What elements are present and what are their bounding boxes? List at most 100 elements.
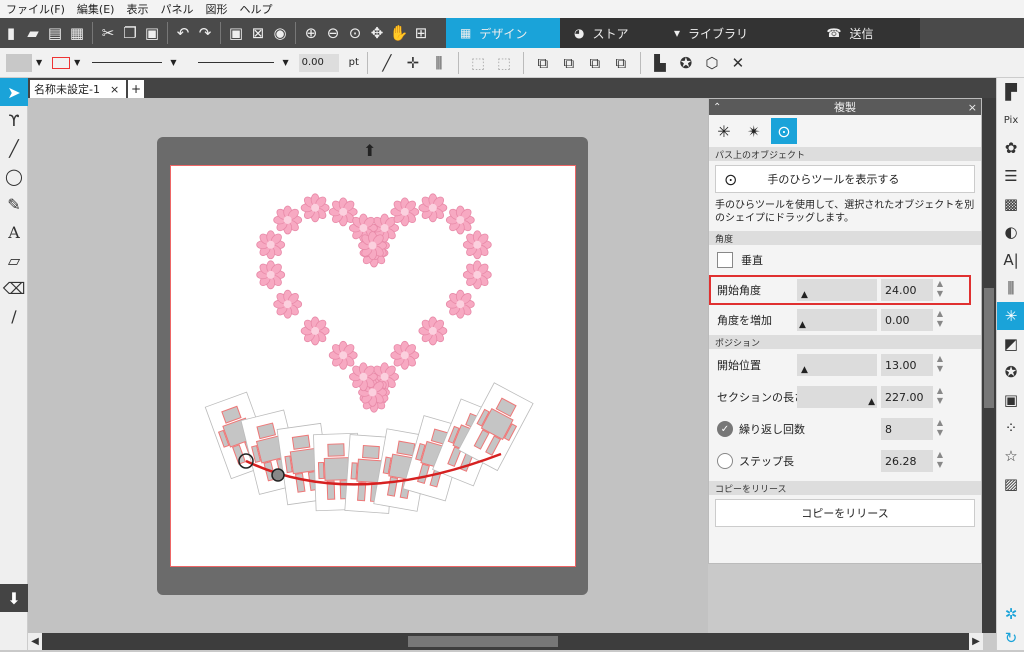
step-length-stepper[interactable]: ▲ ▼ bbox=[935, 450, 945, 470]
panel-close-icon[interactable]: × bbox=[968, 101, 977, 114]
palette-icon[interactable]: ✿ bbox=[997, 134, 1024, 162]
import-icon[interactable]: ⬇ bbox=[0, 584, 28, 612]
page-setup-icon[interactable]: ▛ bbox=[997, 78, 1024, 106]
knife-icon[interactable]: ∕ bbox=[0, 302, 28, 330]
undo-icon[interactable]: ↶ bbox=[172, 22, 194, 44]
transform-box-icon[interactable]: ⬚ bbox=[493, 52, 515, 74]
open-folder-icon[interactable]: ▰ bbox=[22, 22, 44, 44]
text-style-icon[interactable]: A| bbox=[997, 246, 1024, 274]
fit-page-icon[interactable]: ⊞ bbox=[410, 22, 432, 44]
start-position-input[interactable]: 13.00 bbox=[881, 354, 933, 376]
add-tab-button[interactable]: + bbox=[128, 80, 144, 98]
section-length-stepper[interactable]: ▲ ▼ bbox=[935, 386, 945, 406]
ungroup-icon[interactable]: ⊠ bbox=[247, 22, 269, 44]
radial-duplicate-icon[interactable]: ✳ bbox=[711, 118, 737, 144]
collapse-icon[interactable]: ⌃ bbox=[713, 102, 721, 113]
move-icon[interactable]: ✥ bbox=[366, 22, 388, 44]
cube-icon[interactable]: ⬡ bbox=[701, 52, 723, 74]
tab-library[interactable]: ▾ ライブラリ bbox=[660, 18, 780, 48]
menu-edit[interactable]: 編集(E) bbox=[77, 1, 115, 17]
zoom-in-icon[interactable]: ⊕ bbox=[300, 22, 322, 44]
select-arrow-icon[interactable]: ➤ bbox=[0, 78, 28, 106]
chevron-down-icon[interactable]: ▼ bbox=[282, 58, 288, 67]
weld-icon[interactable]: ▙ bbox=[649, 52, 671, 74]
trace-icon[interactable]: ▣ bbox=[997, 386, 1024, 414]
document-tab[interactable]: 名称未設定-1 × bbox=[30, 80, 126, 98]
pencil-icon[interactable]: ✎ bbox=[0, 190, 28, 218]
menu-shape[interactable]: 図形 bbox=[205, 1, 227, 17]
chevron-down-icon[interactable]: ▼ bbox=[74, 58, 80, 67]
hand-handle[interactable] bbox=[271, 468, 285, 482]
duplicate-panel-icon[interactable]: ✳ bbox=[997, 302, 1024, 330]
menu-file[interactable]: ファイル(F) bbox=[6, 1, 65, 17]
repeat-count-stepper[interactable]: ▲ ▼ bbox=[935, 418, 945, 438]
fill-icon[interactable]: ▱ bbox=[0, 246, 28, 274]
menu-help[interactable]: ヘルプ bbox=[239, 1, 272, 17]
release-copies-button[interactable]: コピーをリリース bbox=[715, 499, 975, 527]
vertical-scrollbar[interactable] bbox=[982, 98, 996, 633]
ellipse-icon[interactable]: ◯ bbox=[0, 162, 28, 190]
line-color-swatch[interactable] bbox=[52, 56, 71, 69]
step-length-input[interactable]: 26.28 bbox=[881, 450, 933, 472]
angle-increase-slider[interactable]: ▲ bbox=[797, 309, 877, 331]
start-position-slider[interactable]: ▲ bbox=[797, 354, 877, 376]
line-icon[interactable]: ╱ bbox=[0, 134, 28, 162]
flower-heart[interactable] bbox=[256, 193, 492, 413]
eraser-icon[interactable]: ⌫ bbox=[0, 274, 28, 302]
cut-icon[interactable]: ✂ bbox=[97, 22, 119, 44]
repeat-radio-checked-icon[interactable]: ✓ bbox=[717, 421, 733, 437]
menu-panel[interactable]: パネル bbox=[160, 1, 193, 17]
arrange-back-icon[interactable]: ⧉ bbox=[584, 52, 606, 74]
tab-store[interactable]: ◕ ストア bbox=[560, 18, 660, 48]
refresh-icon[interactable]: ↻ bbox=[997, 624, 1024, 652]
slider-thumb-icon[interactable]: ▲ bbox=[801, 365, 808, 375]
repeat-count-input[interactable]: 8 bbox=[881, 418, 933, 440]
slider-thumb-icon[interactable]: ▲ bbox=[868, 397, 875, 407]
slider-thumb-icon[interactable]: ▲ bbox=[799, 320, 806, 330]
angle-increase-stepper[interactable]: ▲ ▼ bbox=[935, 309, 945, 329]
close-tab-icon[interactable]: × bbox=[110, 83, 119, 96]
start-angle-input[interactable]: 24.00 bbox=[881, 279, 933, 301]
align-icon[interactable]: ⫼ bbox=[428, 52, 450, 74]
chevron-down-icon[interactable]: ▼ bbox=[170, 58, 176, 67]
star-panel-icon[interactable]: ✪ bbox=[997, 358, 1024, 386]
arrange-front-icon[interactable]: ⧉ bbox=[532, 52, 554, 74]
print-icon[interactable]: ▦ bbox=[66, 22, 88, 44]
hatch-icon[interactable]: ▨ bbox=[997, 470, 1024, 498]
modify-icon[interactable]: ◩ bbox=[997, 330, 1024, 358]
horizontal-scrollbar[interactable]: ◀ ▶ bbox=[28, 633, 983, 650]
section-length-slider[interactable]: ▲ bbox=[797, 386, 877, 408]
menu-view[interactable]: 表示 bbox=[126, 1, 148, 17]
radial-plus-icon[interactable]: ✴ bbox=[741, 118, 767, 144]
line-width-input[interactable]: 0.00 bbox=[298, 53, 339, 72]
arrange-backward-icon[interactable]: ⧉ bbox=[610, 52, 632, 74]
align-panel-icon[interactable]: ⫼ bbox=[997, 274, 1024, 302]
line-tool-icon[interactable]: ╱ bbox=[376, 52, 398, 74]
paste-icon[interactable]: ▣ bbox=[141, 22, 163, 44]
scatter-icon[interactable]: ⁘ bbox=[997, 414, 1024, 442]
star-icon[interactable]: ✪ bbox=[675, 52, 697, 74]
edit-points-icon[interactable]: ϒ bbox=[0, 106, 28, 134]
group-icon[interactable]: ▣ bbox=[225, 22, 247, 44]
section-length-input[interactable]: 227.00 bbox=[881, 386, 933, 408]
angle-increase-input[interactable]: 0.00 bbox=[881, 309, 933, 331]
show-hand-tool-button[interactable]: ⊙ 手のひらツールを表示する bbox=[715, 165, 975, 193]
crosshair-icon[interactable]: ✛ bbox=[402, 52, 424, 74]
start-angle-slider[interactable]: ▲ bbox=[797, 279, 877, 301]
contrast-icon[interactable]: ◐ bbox=[997, 218, 1024, 246]
save-icon[interactable]: ▤ bbox=[44, 22, 66, 44]
start-angle-stepper[interactable]: ▲ ▼ bbox=[935, 279, 945, 299]
text-icon[interactable]: A bbox=[0, 218, 28, 246]
zoom-select-icon[interactable]: ⊙ bbox=[344, 22, 366, 44]
tab-design[interactable]: ▦ デザイン bbox=[446, 18, 560, 48]
fill-color-swatch[interactable] bbox=[6, 53, 32, 72]
horizontal-scroll-thumb[interactable] bbox=[408, 636, 558, 647]
select-box-icon[interactable]: ⬚ bbox=[467, 52, 489, 74]
step-radio[interactable] bbox=[717, 453, 733, 469]
tab-send[interactable]: ☎ 送信 bbox=[780, 18, 920, 48]
star-outline-icon[interactable]: ☆ bbox=[997, 442, 1024, 470]
path-duplicate-icon[interactable]: ⊙ bbox=[771, 118, 797, 144]
arrange-forward-icon[interactable]: ⧉ bbox=[558, 52, 580, 74]
start-position-stepper[interactable]: ▲ ▼ bbox=[935, 354, 945, 374]
line-style-icon[interactable]: ☰ bbox=[997, 162, 1024, 190]
